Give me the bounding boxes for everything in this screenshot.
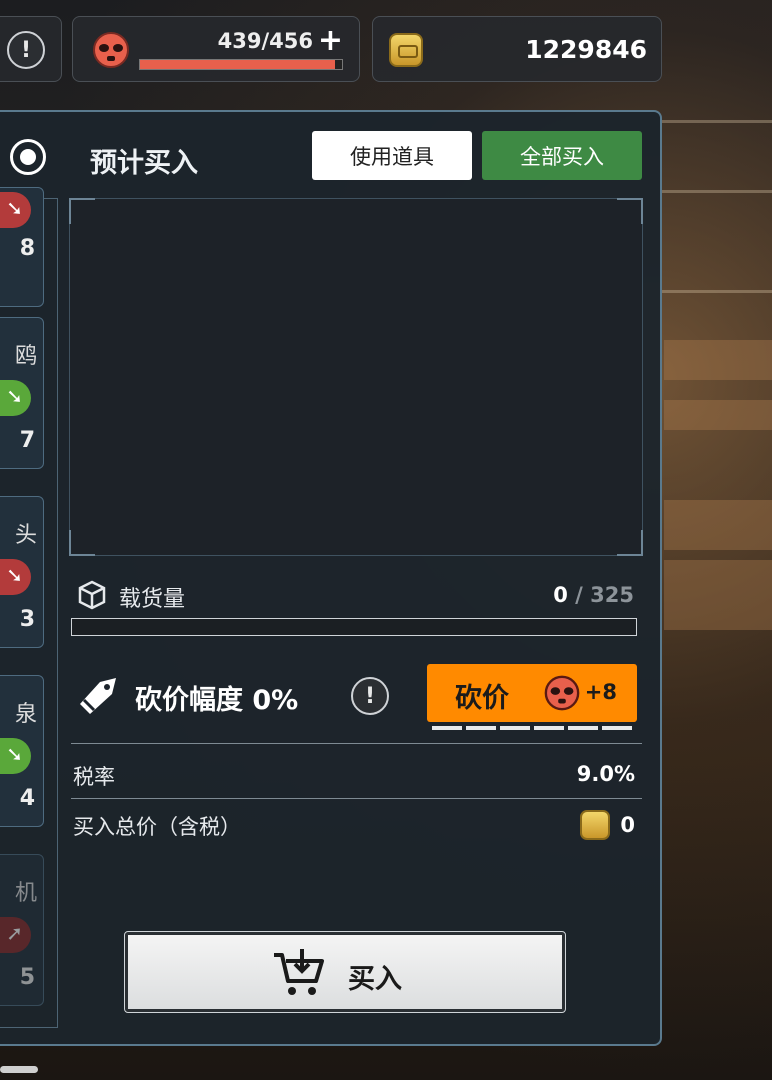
haggle-step — [602, 726, 632, 730]
side-list-item[interactable]: 泉 4 — [0, 675, 44, 827]
side-list-item[interactable]: 头 3 — [0, 496, 44, 648]
total-price-label: 买入总价（含税） — [73, 815, 241, 839]
cargo-label: 载货量 — [119, 587, 186, 612]
stamina-bar-fill — [140, 60, 335, 69]
haggle-step — [534, 726, 564, 730]
side-list-item[interactable]: 鸥 7 — [0, 317, 44, 469]
side-list-item[interactable]: 机 5 — [0, 854, 44, 1006]
side-list-item[interactable]: 8 — [0, 187, 44, 307]
haggle-step — [500, 726, 530, 730]
mask-icon — [544, 675, 580, 711]
tax-label: 税率 — [73, 765, 115, 789]
info-icon[interactable]: ! — [351, 677, 389, 715]
coin-icon — [389, 33, 423, 67]
haggle-step — [432, 726, 462, 730]
divider — [71, 743, 642, 744]
buy-all-button[interactable]: 全部买入 — [482, 131, 642, 180]
purchase-goods-area — [69, 198, 643, 556]
tag-icon — [80, 678, 116, 714]
use-item-button[interactable]: 使用道具 — [312, 131, 472, 180]
tax-value: 9.0% — [576, 762, 635, 786]
stamina-panel: 439/456 + — [72, 16, 360, 82]
haggle-button[interactable]: 砍价 +8 — [427, 664, 637, 722]
divider — [71, 798, 642, 799]
top-alert-button[interactable]: ! — [0, 16, 62, 82]
home-indicator — [0, 1066, 38, 1073]
cargo-bar — [71, 618, 637, 636]
cube-icon — [78, 580, 106, 610]
cargo-value: 0 / 325 — [553, 583, 634, 607]
alert-icon: ! — [7, 31, 45, 69]
haggle-steps — [432, 726, 632, 730]
price-down-icon — [0, 559, 31, 595]
coin-icon — [580, 810, 610, 840]
price-up-icon — [0, 917, 31, 953]
buy-button[interactable]: 买入 — [124, 931, 566, 1013]
currency-panel: 1229846 — [372, 16, 662, 82]
currency-amount: 1229846 — [525, 35, 647, 64]
goods-side-list: 8 鸥 7 头 3 泉 4 机 5 — [0, 187, 58, 1028]
total-price-value: 0 — [620, 813, 635, 837]
stamina-value: 439/456 — [217, 29, 313, 53]
panel-title: 预计买入 — [90, 148, 198, 179]
price-down-icon — [0, 738, 31, 774]
mask-icon — [93, 32, 129, 68]
haggle-step — [568, 726, 598, 730]
radio-icon[interactable] — [10, 139, 46, 175]
haggle-rate-label: 砍价幅度 0% — [135, 685, 299, 716]
stamina-bar — [139, 59, 343, 70]
add-stamina-button[interactable]: + — [318, 23, 343, 58]
cart-icon — [274, 949, 324, 995]
price-down-icon — [0, 380, 31, 416]
haggle-step — [466, 726, 496, 730]
haggle-cost: +8 — [584, 680, 617, 704]
price-down-icon — [0, 192, 31, 228]
